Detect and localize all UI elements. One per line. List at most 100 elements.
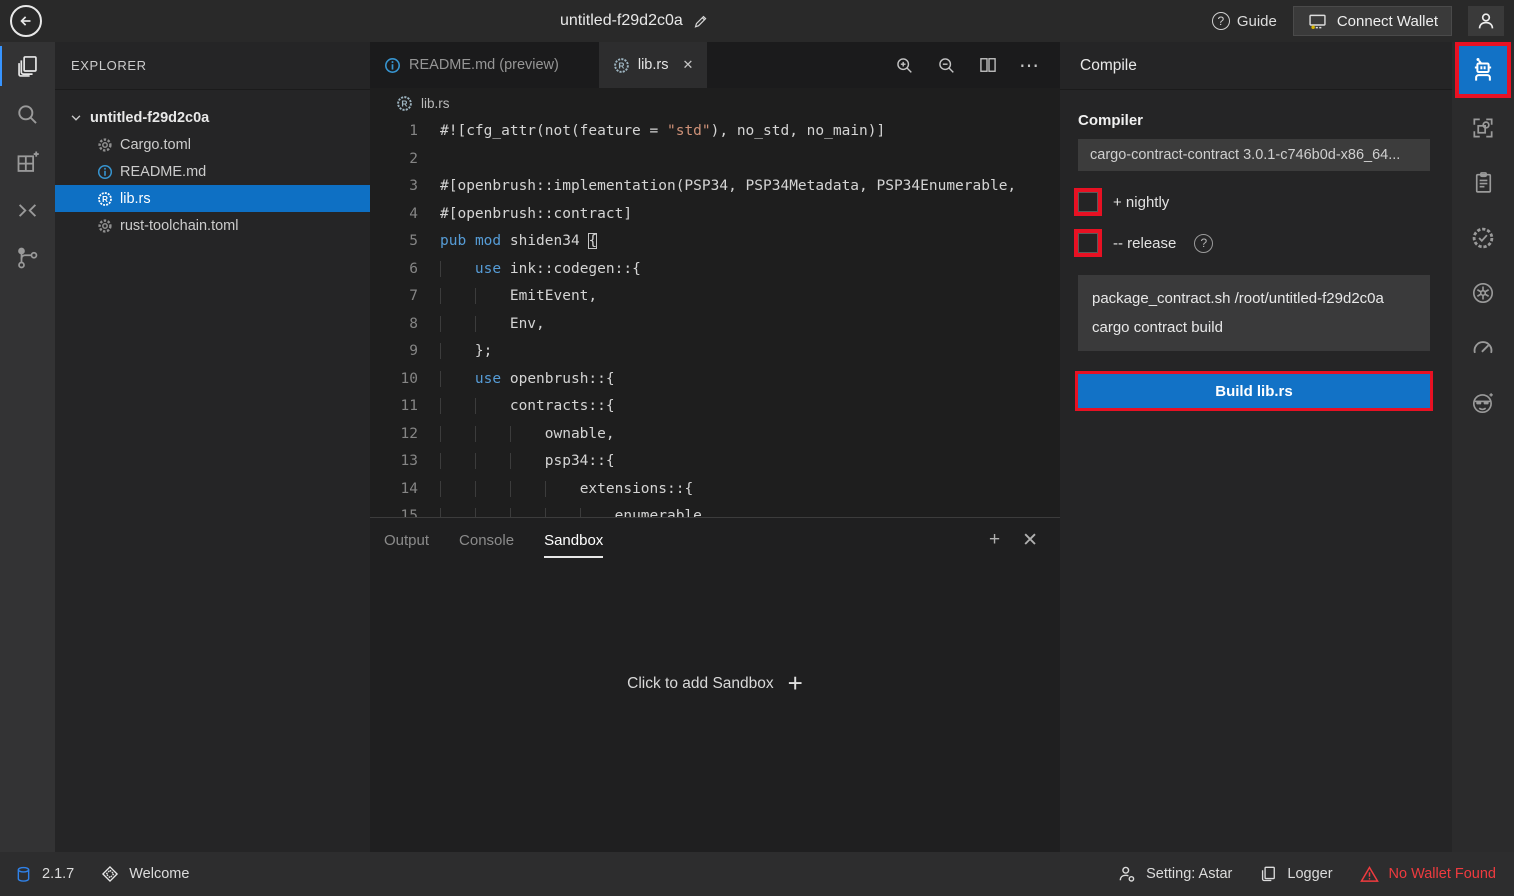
close-tab-icon[interactable]: ✕ — [682, 57, 693, 73]
openai-activity-button[interactable] — [1452, 265, 1514, 320]
root-folder-label: untitled-f29d2c0a — [90, 110, 209, 126]
file-name: lib.rs — [120, 191, 151, 207]
title-bar: untitled-f29d2c0a ? Guide Connect Wallet — [0, 0, 1514, 42]
panel-tab-sandbox[interactable]: Sandbox — [544, 518, 603, 562]
grid-plus-icon — [14, 149, 41, 176]
nightly-checkbox[interactable] — [1078, 192, 1098, 212]
back-arrow-icon — [17, 12, 35, 30]
breadcrumb[interactable]: R lib.rs — [370, 88, 1060, 118]
collapse-arrows-icon — [14, 197, 41, 224]
compile-panel: Compile Compiler cargo-contract-contract… — [1060, 42, 1452, 852]
panel-tab-output[interactable]: Output — [384, 518, 429, 562]
file-name: Cargo.toml — [120, 137, 191, 153]
release-label: -- release — [1113, 235, 1176, 252]
search-activity-button[interactable] — [0, 90, 55, 138]
no-wallet-label: No Wallet Found — [1389, 866, 1496, 882]
tasks-activity-button[interactable] — [1452, 155, 1514, 210]
nightly-label: + nightly — [1113, 194, 1169, 211]
seal-check-icon — [1470, 225, 1496, 251]
compile-panel-title: Compile — [1060, 42, 1452, 90]
guide-label: Guide — [1237, 13, 1277, 30]
chevron-down-icon — [69, 111, 83, 125]
handshake-icon — [100, 864, 120, 884]
files-icon — [14, 53, 41, 80]
gear-icon — [97, 218, 113, 234]
svg-text:R: R — [102, 195, 108, 204]
code-lines[interactable]: 1#![cfg_attr(not(feature = "std"), no_st… — [370, 118, 1060, 517]
assistant-activity-button[interactable] — [1452, 375, 1514, 430]
add-sandbox-button[interactable]: Click to add Sandbox + — [370, 668, 1060, 699]
git-branch-icon — [15, 245, 41, 271]
person-icon — [1475, 10, 1497, 32]
file-row-readme-md[interactable]: README.md — [55, 158, 370, 185]
plus-icon: + — [788, 668, 803, 699]
no-wallet-item[interactable]: No Wallet Found — [1359, 864, 1496, 885]
explorer-sidebar: EXPLORER untitled-f29d2c0a Cargo.toml RE… — [55, 42, 370, 852]
contract-interact-icon — [1470, 115, 1496, 141]
compile-activity-button[interactable] — [1459, 46, 1507, 94]
collapse-activity-button[interactable] — [0, 186, 55, 234]
explorer-activity-button[interactable] — [0, 42, 55, 90]
logger-item[interactable]: Logger — [1258, 864, 1332, 884]
add-sandbox-label: Click to add Sandbox — [627, 675, 773, 693]
build-command-box: package_contract.sh /root/untitled-f29d2… — [1078, 275, 1430, 351]
tree-root-folder[interactable]: untitled-f29d2c0a — [55, 104, 370, 131]
bottom-panel: Output Console Sandbox + ✕ Click to add … — [370, 517, 1060, 852]
warning-triangle-icon — [1359, 864, 1380, 885]
version-item[interactable]: 2.1.7 — [14, 865, 74, 884]
person-gear-icon — [1117, 864, 1137, 884]
interact-activity-button[interactable] — [1452, 100, 1514, 155]
rust-file-icon: R — [613, 57, 630, 74]
tab-label: README.md (preview) — [409, 57, 559, 73]
split-editor-icon[interactable] — [978, 55, 998, 75]
database-icon — [14, 865, 33, 884]
gas-gauge-activity-button[interactable] — [1452, 320, 1514, 375]
verify-activity-button[interactable] — [1452, 210, 1514, 265]
account-button[interactable] — [1468, 6, 1504, 36]
release-checkbox[interactable] — [1078, 233, 1098, 253]
logger-label: Logger — [1287, 866, 1332, 882]
clipboard-icon — [1471, 170, 1496, 195]
gauge-icon — [1470, 335, 1496, 361]
file-name: rust-toolchain.toml — [120, 218, 238, 234]
svg-text:R: R — [401, 98, 407, 108]
robot-icon — [1468, 55, 1498, 85]
cool-face-icon — [1470, 390, 1496, 416]
zoom-out-icon[interactable] — [936, 55, 957, 76]
welcome-item[interactable]: Welcome — [100, 864, 189, 884]
rename-pencil-icon[interactable] — [692, 13, 709, 30]
welcome-label: Welcome — [129, 866, 189, 882]
svg-text:R: R — [618, 60, 624, 70]
rust-file-icon: R — [396, 95, 413, 112]
back-button[interactable] — [10, 5, 42, 37]
panel-tab-console[interactable]: Console — [459, 518, 514, 562]
add-panel-icon[interactable]: + — [989, 529, 1000, 551]
close-panel-icon[interactable]: ✕ — [1022, 529, 1038, 552]
explorer-header: EXPLORER — [55, 42, 370, 90]
more-actions-icon[interactable]: ⋯ — [1019, 53, 1040, 78]
file-row-cargo-toml[interactable]: Cargo.toml — [55, 131, 370, 158]
setting-item[interactable]: Setting: Astar — [1117, 864, 1232, 884]
file-row-rust-toolchain-toml[interactable]: rust-toolchain.toml — [55, 212, 370, 239]
connect-wallet-button[interactable]: Connect Wallet — [1293, 6, 1452, 36]
status-bar: 2.1.7 Welcome Setting: Astar Logger No W… — [0, 852, 1514, 896]
build-button[interactable]: Build lib.rs — [1078, 374, 1430, 408]
source-control-activity-button[interactable] — [0, 234, 55, 282]
tab-lib-rs[interactable]: R lib.rs ✕ — [599, 42, 708, 88]
info-icon — [97, 164, 113, 180]
compiler-select[interactable]: cargo-contract-contract 3.0.1-c746b0d-x8… — [1078, 139, 1430, 171]
release-help-icon[interactable]: ? — [1194, 234, 1213, 253]
tab-readme-preview[interactable]: README.md (preview) — [370, 42, 573, 88]
zoom-in-icon[interactable] — [894, 55, 915, 76]
file-row-lib-rs[interactable]: R lib.rs — [55, 185, 370, 212]
breadcrumb-file: lib.rs — [421, 96, 450, 111]
build-command-line: package_contract.sh /root/untitled-f29d2… — [1092, 284, 1416, 313]
logger-pages-icon — [1258, 864, 1278, 884]
guide-button[interactable]: ? Guide — [1212, 12, 1277, 30]
build-command-line: cargo contract build — [1092, 313, 1416, 342]
question-circle-icon: ? — [1212, 12, 1230, 30]
version-label: 2.1.7 — [42, 866, 74, 882]
plugins-activity-button[interactable] — [0, 138, 55, 186]
left-activity-bar — [0, 42, 55, 852]
compiler-label: Compiler — [1078, 112, 1430, 129]
